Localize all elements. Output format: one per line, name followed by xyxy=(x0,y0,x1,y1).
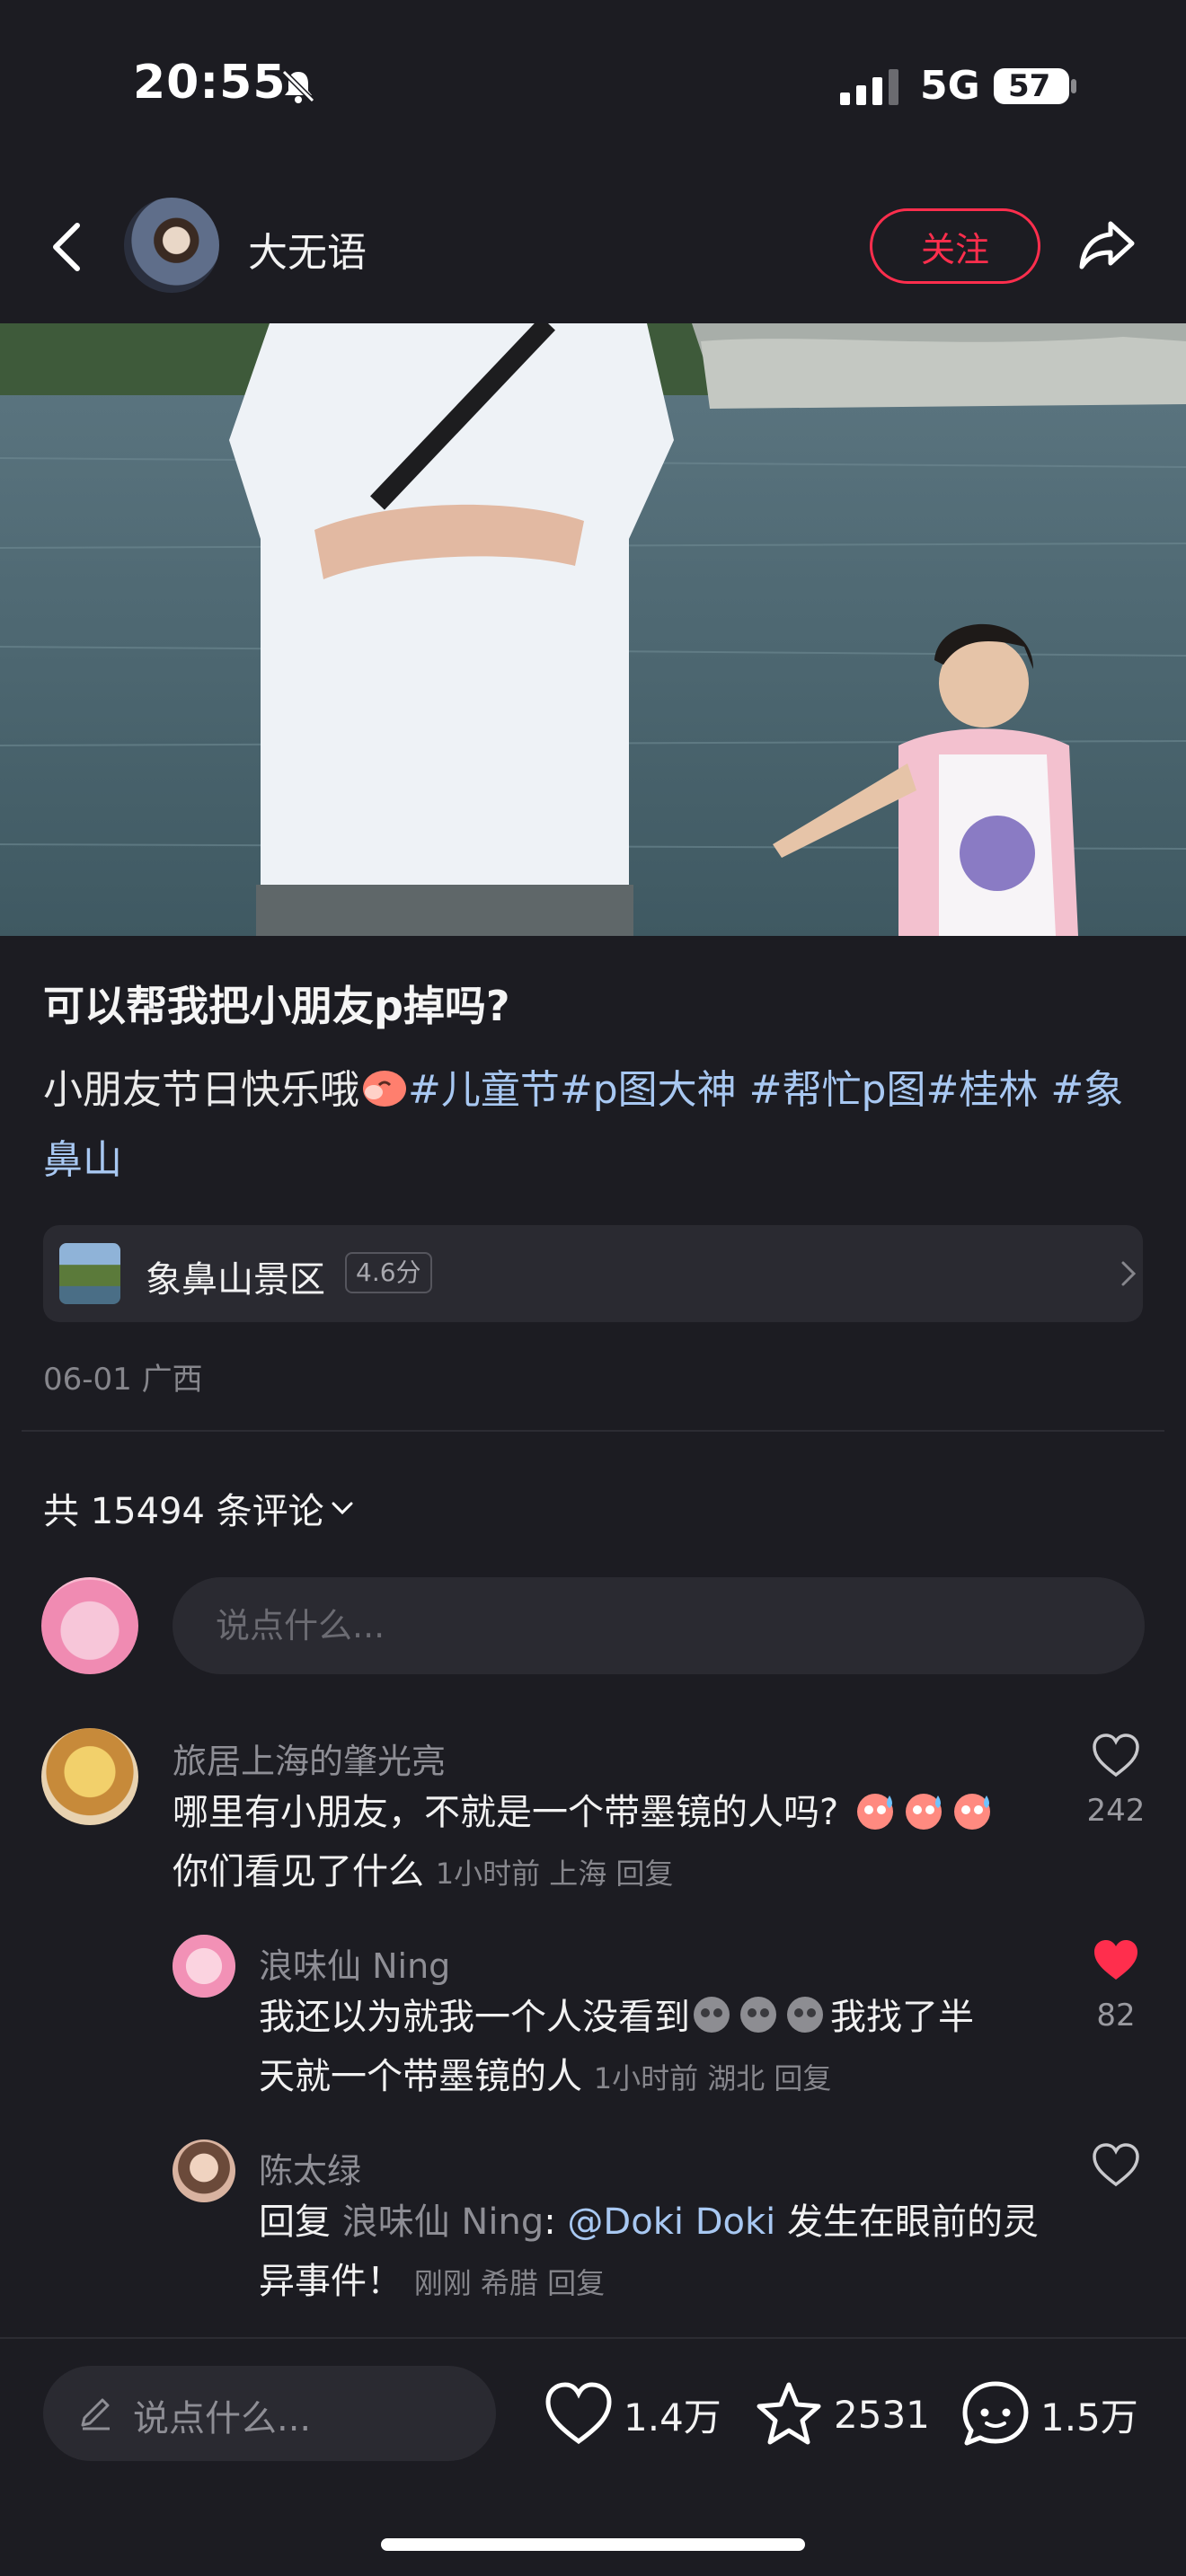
laughing-emoji-icon xyxy=(363,1071,406,1107)
hashtag-ps-master[interactable]: #p图大神 xyxy=(560,1067,737,1113)
bottom-input-placeholder: 说点什么... xyxy=(133,2398,312,2439)
hashtag-childrens-day[interactable]: #儿童节 xyxy=(408,1067,560,1113)
comment-meta[interactable]: 1小时前 上海 回复 xyxy=(436,1857,674,1891)
back-arrow-icon[interactable] xyxy=(47,218,90,276)
like-count: 1.4万 xyxy=(624,2395,721,2439)
comment-text: 回复 浪味仙 Ning: @Doki Doki 发生在眼前的灵 异事件！ 刚刚 … xyxy=(259,2192,1049,2313)
heart-filled-icon[interactable] xyxy=(1091,1936,1141,1983)
comment-text-line2: 异事件！ xyxy=(259,2261,403,2302)
comment-text: 哪里有小朋友，不就是一个带墨镜的人吗? 你们看见了什么 1小时前 上海 回复 xyxy=(173,1783,1071,1903)
comment-username[interactable]: 陈太绿 xyxy=(259,2143,361,2192)
hashtag-help-ps[interactable]: #帮忙p图 xyxy=(749,1067,926,1113)
sweating-emoji-icon xyxy=(856,1794,990,1830)
mention-link[interactable]: @Doki Doki xyxy=(567,2201,775,2243)
top-nav: 大无语 关注 xyxy=(0,175,1186,323)
comment-text-line1: 哪里有小朋友，不就是一个带墨镜的人吗? xyxy=(173,1792,839,1833)
chat-bubble-icon xyxy=(962,2381,1029,2446)
chevron-down-icon xyxy=(332,1502,353,1515)
comment-button[interactable]: 1.5万 xyxy=(960,2377,1138,2452)
comment-text: 我还以为就我一个人没看到 我找了半 天就一个带墨镜的人 1小时前 湖北 回复 xyxy=(259,1988,1049,2108)
network-type: 5G xyxy=(920,63,980,109)
commenter-avatar[interactable] xyxy=(41,1728,138,1825)
skull-emoji-icon xyxy=(694,1997,823,2033)
status-bar: 20:55 5G 57 xyxy=(0,0,1186,175)
location-score: 4.6分 xyxy=(345,1252,432,1293)
comment-username[interactable]: 浪味仙 Ning xyxy=(259,1938,450,1988)
share-icon[interactable] xyxy=(1075,211,1141,278)
like-count: 242 xyxy=(1086,1793,1146,1829)
post-body-text: 小朋友节日快乐哦 xyxy=(43,1067,359,1113)
home-indicator[interactable] xyxy=(381,2538,805,2551)
comment-text-line2: 你们看见了什么 xyxy=(173,1851,424,1892)
post-image xyxy=(0,323,1186,936)
comments-count-label: 共 15494 条评论 xyxy=(43,1491,324,1532)
silent-bell-icon xyxy=(281,69,315,103)
favorite-button[interactable]: 2531 xyxy=(753,2377,930,2452)
author-avatar[interactable] xyxy=(124,198,219,293)
location-name: 象鼻山景区 xyxy=(146,1259,325,1301)
post-title: 可以帮我把小朋友p掉吗? xyxy=(43,982,510,1030)
post-body: 小朋友节日快乐哦 #儿童节#p图大神 #帮忙p图#桂林 #象鼻山 xyxy=(43,1055,1148,1195)
comments-count[interactable]: 共 15494 条评论 xyxy=(43,1482,355,1534)
battery-level: 57 xyxy=(1008,68,1051,104)
like-button[interactable]: 1.4万 xyxy=(543,2377,721,2452)
comment-input[interactable]: 说点什么... xyxy=(173,1577,1145,1674)
post-detail-page: 20:55 5G 57 大无语 关注 可以帮我把小朋友p掉吗? 小朋友节日快乐哦… xyxy=(0,0,1186,2576)
comment-text-line1: 发生在眼前的灵 xyxy=(775,2201,1039,2243)
pencil-icon xyxy=(81,2398,110,2430)
status-time: 20:55 xyxy=(133,56,287,110)
reply-to-user[interactable]: 浪味仙 Ning xyxy=(342,2201,544,2243)
chevron-right-icon xyxy=(1121,1261,1137,1286)
location-thumbnail xyxy=(59,1243,120,1304)
commenter-avatar[interactable] xyxy=(173,1935,235,1998)
author-name[interactable]: 大无语 xyxy=(248,220,367,278)
my-avatar xyxy=(41,1577,138,1674)
comment-meta[interactable]: 刚刚 希腊 回复 xyxy=(414,2266,605,2300)
comment-text-line2: 天就一个带墨镜的人 xyxy=(259,2056,582,2097)
signal-icon xyxy=(840,69,898,105)
location-card[interactable]: 象鼻山景区 4.6分 xyxy=(43,1225,1143,1322)
like-count: 82 xyxy=(1096,1998,1136,2033)
reply-prefix: 回复 xyxy=(259,2201,331,2243)
comment-meta[interactable]: 1小时前 湖北 回复 xyxy=(594,2061,832,2095)
hashtag-guilin[interactable]: #桂林 xyxy=(925,1067,1038,1113)
bottom-comment-input[interactable]: 说点什么... xyxy=(43,2366,496,2461)
reply-colon: : xyxy=(544,2201,568,2243)
star-outline-icon xyxy=(757,2382,821,2445)
bottom-divider xyxy=(0,2337,1186,2339)
commenter-avatar[interactable] xyxy=(173,2139,235,2202)
comment-username[interactable]: 旅居上海的肇光亮 xyxy=(173,1734,446,1783)
divider xyxy=(22,1430,1164,1432)
comment-text-line1-cont: 我找了半 xyxy=(830,1997,974,2038)
favorite-count: 2531 xyxy=(834,2392,930,2437)
heart-outline-icon[interactable] xyxy=(1091,2141,1141,2188)
follow-button[interactable]: 关注 xyxy=(870,208,1040,284)
battery-icon: 57 xyxy=(992,65,1078,108)
comment-text-line1: 我还以为就我一个人没看到 xyxy=(259,1997,690,2038)
comment-count: 1.5万 xyxy=(1040,2395,1138,2439)
post-photo[interactable] xyxy=(0,323,1186,936)
heart-outline-icon[interactable] xyxy=(1091,1732,1141,1778)
post-date-location: 06-01 广西 xyxy=(43,1362,203,1398)
heart-outline-icon xyxy=(545,2382,612,2445)
